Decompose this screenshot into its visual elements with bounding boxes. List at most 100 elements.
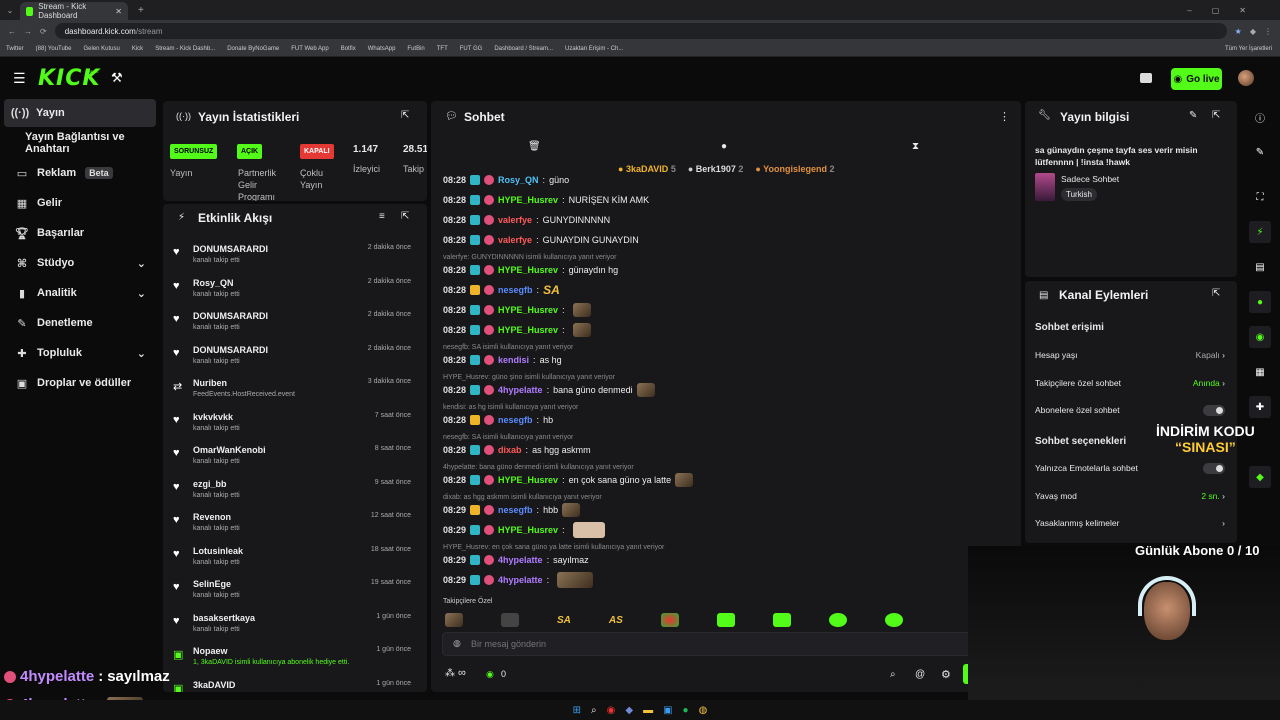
emote-6[interactable] <box>772 613 791 627</box>
fullscreen-icon[interactable]: ⛶ <box>1249 186 1271 208</box>
feed-item[interactable]: ♥ Lotusinleak kanalı takip etti 18 saat önc… <box>163 541 419 574</box>
chat-message[interactable]: 08:28 valerfye: GUNYDINNNNN <box>443 213 610 227</box>
feed-item[interactable]: ♥ kvkvkvkk kanalı takip etti 7 saat önce <box>163 407 419 440</box>
feed-item[interactable]: ♥ Rosy_QN kanalı takip etti 2 dakika önce <box>163 273 419 306</box>
sidebar-item-basarilar[interactable]: 🏆︎ Başarılar <box>4 219 156 247</box>
chat-message[interactable]: 08:28 HYPE_Husrev: en çok sana güno ya lat… <box>443 473 694 487</box>
category-name[interactable]: Sadece Sohbet <box>1061 174 1119 184</box>
avatar[interactable] <box>1238 70 1254 86</box>
hammer-icon[interactable]: ⚒ <box>111 70 123 86</box>
bookmark-2[interactable]: Gelen Kutusu <box>83 46 119 52</box>
go-live-button[interactable]: ◉ Go live <box>1171 68 1222 90</box>
browser-tab[interactable]: Stream - Kick Dashboard ✕ <box>20 2 128 20</box>
bookmark-4[interactable]: Stream - Kick Dashb... <box>155 46 215 52</box>
chat-username[interactable]: kendisi <box>498 355 529 365</box>
clipboard-icon[interactable]: ▤ <box>1249 256 1271 278</box>
chat-username[interactable]: HYPE_Husrev <box>498 195 558 205</box>
bookmark-10[interactable]: TFT <box>437 46 448 52</box>
feed-item[interactable]: ♥ ezgi_bb kanalı takip etti 9 saat önce <box>163 474 419 507</box>
popout-icon[interactable]: ⇱ <box>1212 288 1220 299</box>
gear-icon[interactable]: ⚙ <box>941 668 951 681</box>
start-icon[interactable]: ⊞ <box>573 705 581 716</box>
chat-username[interactable]: 4hypelatte <box>498 555 543 565</box>
chat-username[interactable]: HYPE_Husrev <box>498 525 558 535</box>
chat-username[interactable]: HYPE_Husrev <box>498 305 558 315</box>
chat-message[interactable]: 08:28 dixab: as hgg askmm <box>443 443 591 457</box>
emote-8[interactable] <box>884 613 903 627</box>
wrench-icon[interactable]: ✚ <box>1249 396 1271 418</box>
chat-input[interactable] <box>471 636 971 652</box>
search-icon[interactable]: ⌕ <box>591 705 597 716</box>
emote-5[interactable] <box>716 613 735 627</box>
bookmark-3[interactable]: Kick <box>132 46 143 52</box>
chat-username[interactable]: dixab <box>498 445 522 455</box>
row-banned-words[interactable]: Yasaklanmış kelimeler › <box>1035 516 1225 530</box>
back-icon[interactable]: ← <box>8 27 16 36</box>
chat-username[interactable]: nesegfb <box>498 285 533 295</box>
bookmark-8[interactable]: WhatsApp <box>368 46 396 52</box>
chat-icon[interactable]: ● <box>1249 291 1271 313</box>
chat-message[interactable]: 08:28 HYPE_Husrev: <box>443 323 591 337</box>
row-subscribers-only[interactable]: Abonelere özel sohbet <box>1035 403 1225 417</box>
chat-username[interactable]: HYPE_Husrev <box>498 265 558 275</box>
mention-icon[interactable]: @ <box>915 669 925 680</box>
chat-message[interactable]: 08:28 nesegfb: SA <box>443 283 560 297</box>
chat-username[interactable]: HYPE_Husrev <box>498 475 558 485</box>
new-tab-icon[interactable]: + <box>138 5 144 16</box>
sidebar-item-reklam[interactable]: ▭ Reklam Beta <box>4 159 156 187</box>
emote-as[interactable]: AS <box>609 615 623 626</box>
hourglass-icon[interactable]: ⧗ <box>912 141 919 152</box>
feed-item[interactable]: ▣ 3kaDAVID 1 gün önce <box>163 675 419 693</box>
feed-item[interactable]: ♥ DONUMSARARDI kanalı takip etti 2 dakika ö… <box>163 239 419 272</box>
chat-input-box[interactable]: ◍ <box>442 632 998 656</box>
chat-message[interactable]: 08:28 kendisi: as hg <box>443 353 562 367</box>
chat-username[interactable]: nesegfb <box>498 505 533 515</box>
window-controls[interactable]: –▢✕ <box>1187 6 1266 15</box>
chrome-icon[interactable]: ◍ <box>699 705 708 716</box>
sidebar-item-topluluk[interactable]: ✚ Topluluk ⌄ <box>4 339 156 367</box>
chat-message[interactable]: 08:28 Rosy_QN: güno <box>443 173 569 187</box>
app-icon-1[interactable]: ◉ <box>607 705 616 716</box>
chat-username[interactable]: Rosy_QN <box>498 175 539 185</box>
chat-username[interactable]: HYPE_Husrev <box>498 325 558 335</box>
sidebar-item-analitik[interactable]: ▮ Analitik ⌄ <box>4 279 156 307</box>
folder-icon[interactable]: ▬ <box>643 705 653 716</box>
emote-7[interactable] <box>828 613 847 627</box>
chat-message[interactable]: 08:28 4hypelatte: bana güno denmedi <box>443 383 655 397</box>
chat-message[interactable]: 08:29 HYPE_Husrev: <box>443 522 605 538</box>
all-bookmarks[interactable]: Tüm Yer İşaretleri <box>1225 46 1272 52</box>
bookmark-9[interactable]: FutBin <box>407 46 424 52</box>
broadcast-icon[interactable]: ◉ <box>1249 326 1271 348</box>
chat-username[interactable]: valerfye <box>498 215 532 225</box>
bookmark-11[interactable]: FUT GG <box>460 46 483 52</box>
creator-icon[interactable] <box>1140 73 1152 83</box>
popout-icon[interactable]: ⇱ <box>1212 110 1220 121</box>
chat-message[interactable]: 08:28 HYPE_Husrev: günaydın hg <box>443 263 618 277</box>
sidebar-item-denetleme[interactable]: ✎ Denetleme <box>4 309 156 337</box>
row-emote-only[interactable]: Yalnızca Emotelarla sohbet <box>1035 461 1225 475</box>
subscribers-only-toggle[interactable] <box>1203 404 1225 416</box>
lightning-icon[interactable]: ⚡︎ <box>1249 221 1271 243</box>
emote-only-toggle[interactable] <box>1203 462 1225 474</box>
trash-icon[interactable]: 🗑︎ <box>528 141 541 152</box>
chat-mode-icon[interactable]: ● <box>721 141 727 152</box>
star-icon[interactable]: ★ <box>1235 27 1242 36</box>
bookmark-5[interactable]: Donate ByNoGame <box>227 46 279 52</box>
discord-icon[interactable]: ◆ <box>625 705 633 716</box>
feed-item[interactable]: ▣ Nopaew 1, 3kaDAVID isimli kullanıcıya ab… <box>163 641 419 674</box>
sidebar-item-yayin[interactable]: ((·)) Yayın <box>4 99 156 127</box>
bookmark-6[interactable]: FUT Web App <box>291 46 328 52</box>
layout-icon[interactable]: ▦ <box>1249 361 1271 383</box>
sidebar-item-droplar[interactable]: ▣ Droplar ve ödüller <box>4 369 156 397</box>
feed-item[interactable]: ♥ basaksertkaya kanalı takip etti 1 gün önc… <box>163 608 419 641</box>
category-thumbnail[interactable] <box>1035 173 1055 201</box>
chat-message[interactable]: 08:29 nesegfb: hbb <box>443 503 581 517</box>
row-account-age[interactable]: Hesap yaşı Kapalı › <box>1035 348 1225 362</box>
close-icon[interactable]: ✕ <box>115 7 122 16</box>
info-icon[interactable]: ⓘ <box>1249 106 1271 128</box>
feed-item[interactable]: ♥ DONUMSARARDI kanalı takip etti 2 dakika ö… <box>163 306 419 339</box>
reload-icon[interactable]: ⟳ <box>40 27 47 36</box>
feed-item[interactable]: ♥ SelinEge kanalı takip etti 19 saat önce <box>163 574 419 607</box>
row-slow-mode[interactable]: Yavaş mod 2 sn. › <box>1035 489 1225 503</box>
tab-menu-icon[interactable]: ⌄ <box>0 6 20 15</box>
